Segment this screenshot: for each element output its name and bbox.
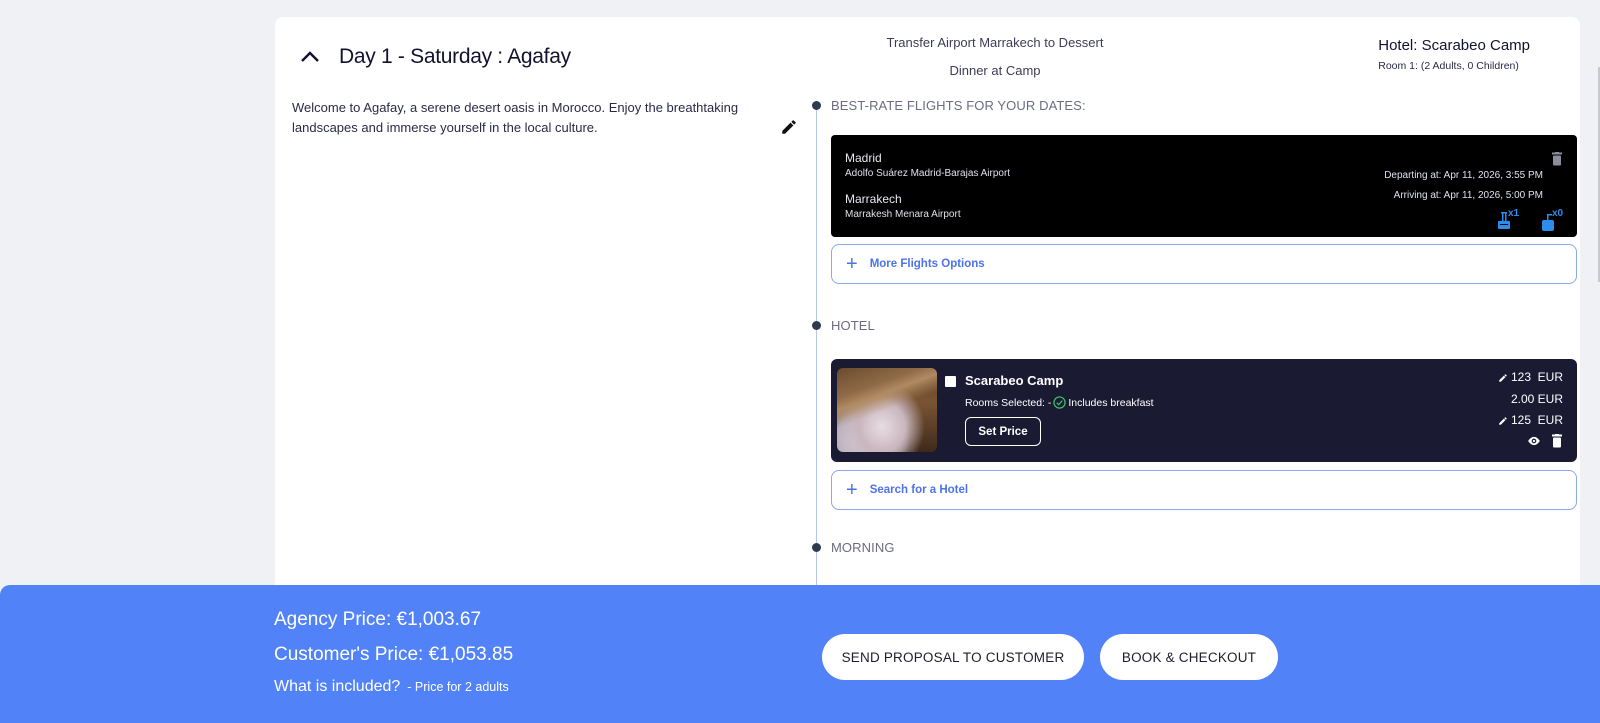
price-summary: Agency Price: €1,003.67 Customer's Price… [274,609,513,696]
activity-item: Dinner at Camp [949,63,1041,78]
edit-description-icon[interactable] [780,118,798,136]
section-label-hotel: HOTEL [831,318,875,333]
checked-bag-icon: x0 [1541,208,1564,232]
price-footer: Agency Price: €1,003.67 Customer's Price… [0,585,1600,723]
extra-price-value: 2.00 EUR [1510,392,1563,406]
hotel-photo[interactable] [837,368,937,452]
checked-bag-count: x0 [1552,208,1564,219]
origin-city: Madrid [845,151,882,165]
base-price-value: 123 EUR [1510,370,1563,384]
set-price-button[interactable]: Set Price [965,417,1041,446]
total-price-value: 125 EUR [1510,413,1563,427]
day-description: Welcome to Agafay, a serene desert oasis… [292,100,739,135]
room-info: Room 1: (2 Adults, 0 Children) [1378,60,1519,72]
arrival-time: Arriving at: Apr 11, 2026, 5:00 PM [1393,190,1543,201]
customer-price: Customer's Price: €1,053.85 [274,644,514,665]
hotel-heading: Hotel: Scarabeo Camp [1378,37,1530,54]
section-label-flights: BEST-RATE FLIGHTS FOR YOUR DATES: [831,98,1086,113]
section-label-morning: MORNING [831,540,895,555]
extra-price: 2.00 EUR [1511,392,1563,406]
check-circle-icon [1053,396,1067,409]
flight-card: Madrid Adolfo Suárez Madrid-Barajas Airp… [831,135,1577,237]
price-note: - Price for 2 adults [407,680,509,694]
activity-item: Transfer Airport Marrakech to Dessert [886,35,1104,50]
eye-icon[interactable] [1527,434,1541,448]
more-flights-button[interactable]: + More Flights Options [831,244,1577,284]
timeline-dot [812,101,821,110]
departure-time: Departing at: Apr 11, 2026, 3:55 PM [1384,170,1543,181]
total-price[interactable]: 125 EUR [1498,413,1563,427]
edit-price-icon[interactable] [1498,372,1508,382]
delete-flight-icon[interactable] [1551,152,1563,166]
more-flights-label: More Flights Options [869,258,985,270]
book-checkout-button[interactable]: BOOK & CHECKOUT [1100,634,1278,680]
delete-hotel-icon[interactable] [1551,434,1565,448]
day-header[interactable]: Day 1 - Saturday : Agafay [299,45,571,69]
hotel-actions [1527,434,1565,448]
cabin-bag-count: x1 [1508,208,1520,219]
origin-airport: Adolfo Suárez Madrid-Barajas Airport [845,168,1011,179]
search-hotel-label: Search for a Hotel [869,484,969,496]
activities-list: Transfer Airport Marrakech to Dessert Di… [820,33,1170,89]
destination-city: Marrakech [845,192,902,206]
edit-price-icon[interactable] [1498,415,1508,425]
hotel-card: Scarabeo Camp Rooms Selected: - Includes… [831,359,1577,462]
day-card: Day 1 - Saturday : Agafay Welcome to Aga… [275,17,1580,617]
included-row: What is included? - Price for 2 adults [274,678,513,696]
plus-icon: + [846,479,858,501]
destination-airport: Marrakesh Menara Airport [845,209,961,220]
timeline-dot [812,543,821,552]
chevron-up-icon[interactable] [299,46,321,68]
breakfast-label: Includes breakfast [1068,396,1154,409]
plus-icon: + [846,253,858,275]
timeline-dot [812,321,821,330]
timeline-line [816,105,817,617]
base-price[interactable]: 123 EUR [1498,370,1563,384]
search-hotel-button[interactable]: + Search for a Hotel [831,470,1577,510]
agency-price: Agency Price: €1,003.67 [274,609,482,630]
rooms-selected-label: Rooms Selected: - [965,396,1052,409]
day-title: Day 1 - Saturday : Agafay [339,45,571,68]
send-proposal-button[interactable]: SEND PROPOSAL TO CUSTOMER [822,634,1084,680]
cabin-bag-icon: x1 [1497,208,1520,232]
hotel-select-checkbox[interactable] [945,376,956,387]
rooms-selected: Rooms Selected: - Includes breakfast [965,396,1154,409]
hotel-name: Scarabeo Camp [965,373,1064,388]
hotel-summary: Hotel: Scarabeo Camp Room 1: (2 Adults, … [1378,37,1530,72]
whats-included-link[interactable]: What is included? [274,678,400,696]
